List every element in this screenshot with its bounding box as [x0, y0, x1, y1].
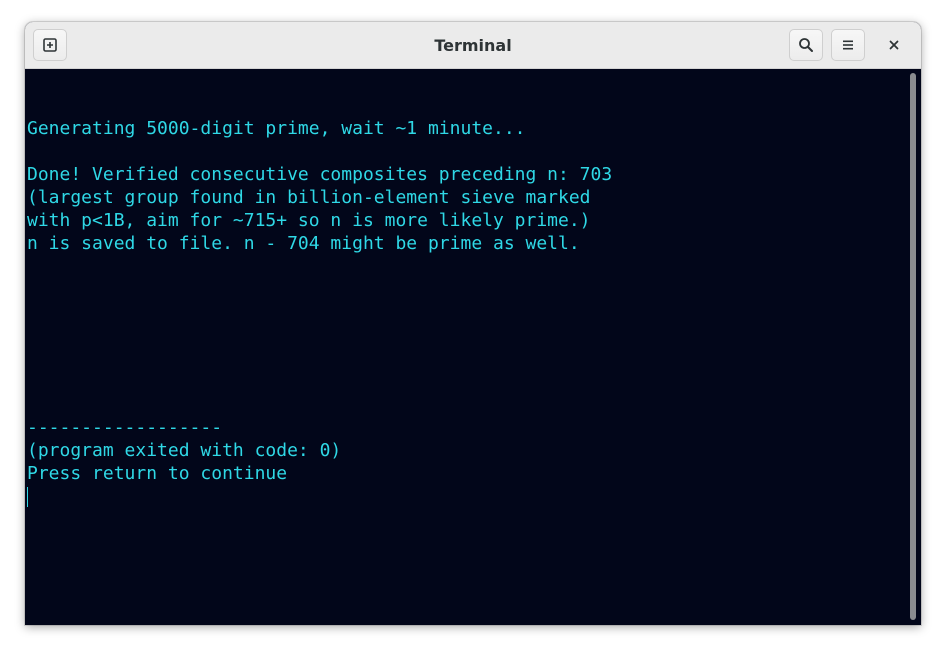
terminal-line: Generating 5000-digit prime, wait ~1 min… — [27, 118, 526, 139]
terminal-line: with p<1B, aim for ~715+ so n is more li… — [27, 210, 591, 231]
terminal-line: n is saved to file. n - 704 might be pri… — [27, 233, 580, 254]
terminal-line: Press return to continue — [27, 463, 288, 484]
text-cursor — [27, 487, 28, 507]
menu-button[interactable] — [831, 29, 865, 61]
search-button[interactable] — [789, 29, 823, 61]
terminal-line: ------------------ — [27, 417, 223, 438]
terminal-area[interactable]: Generating 5000-digit prime, wait ~1 min… — [25, 69, 921, 625]
hamburger-menu-icon — [843, 40, 853, 50]
window-title: Terminal — [434, 36, 512, 55]
title-bar: Terminal — [25, 22, 921, 69]
terminal-line: Done! Verified consecutive composites pr… — [27, 164, 613, 185]
prompt-line — [27, 485, 612, 508]
terminal-line: (program exited with code: 0) — [27, 440, 342, 461]
scrollbar-thumb[interactable] — [910, 73, 916, 620]
vertical-scrollbar[interactable] — [909, 73, 917, 620]
search-icon — [799, 38, 813, 52]
terminal-window: Terminal Generating 5000-digit prime, wa — [25, 22, 921, 625]
terminal-output: Generating 5000-digit prime, wait ~1 min… — [27, 94, 612, 508]
close-icon — [889, 40, 899, 50]
new-tab-icon — [43, 38, 57, 52]
close-button[interactable] — [884, 35, 904, 55]
terminal-line: (largest group found in billion-element … — [27, 187, 591, 208]
new-tab-button[interactable] — [33, 29, 67, 61]
